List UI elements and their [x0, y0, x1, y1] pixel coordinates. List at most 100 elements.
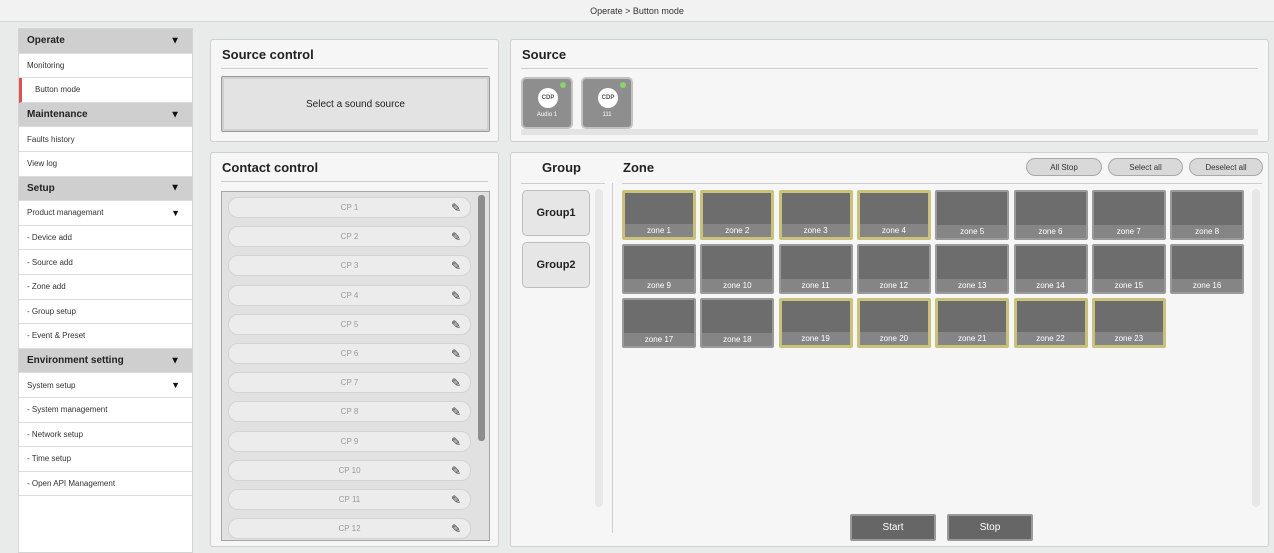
pencil-icon[interactable]: ✎: [451, 464, 461, 478]
zone-title: Zone: [623, 160, 655, 175]
pencil-icon[interactable]: ✎: [451, 201, 461, 215]
chevron-down-icon[interactable]: ▼: [171, 208, 180, 218]
contact-point-label: CP 5: [340, 319, 359, 329]
pencil-icon[interactable]: ✎: [451, 405, 461, 419]
zone-tile[interactable]: zone 23: [1091, 298, 1166, 348]
sidebar-item[interactable]: - Zone add: [19, 275, 192, 300]
contact-point-row[interactable]: CP 6 ✎: [228, 343, 471, 364]
sidebar-item-label: View log: [27, 159, 58, 169]
source-tile[interactable]: CDP Audio 1: [521, 77, 573, 129]
contact-point-row[interactable]: CP 10 ✎: [228, 459, 471, 481]
sidebar-item[interactable]: Monitoring: [19, 54, 192, 79]
zone-tile[interactable]: zone 21: [935, 298, 1010, 348]
chevron-down-icon[interactable]: ▼: [171, 380, 180, 390]
pencil-icon[interactable]: ✎: [451, 376, 461, 390]
zone-tile[interactable]: zone 18: [700, 298, 775, 348]
chevron-down-icon[interactable]: ▼: [170, 183, 180, 194]
select-sound-source-button[interactable]: Select a sound source: [221, 76, 490, 132]
sidebar-item[interactable]: - Group setup: [19, 300, 192, 325]
sidebar-item[interactable]: Faults history: [19, 127, 192, 152]
contact-point-row[interactable]: CP 3 ✎: [228, 255, 471, 277]
contact-point-row[interactable]: CP 9 ✎: [228, 430, 471, 452]
zone-tile[interactable]: zone 2: [700, 190, 775, 240]
sidebar-item[interactable]: - Source add: [19, 250, 192, 275]
contact-list-scrollbar[interactable]: [478, 195, 485, 441]
sidebar-section-header[interactable]: Setup ▼: [19, 176, 192, 202]
zone-tile[interactable]: zone 14: [1013, 244, 1088, 294]
contact-control-panel: Contact control CP 1 ✎ CP 2 ✎ CP 3 ✎ CP 4 ✎ CP 5…: [210, 152, 499, 547]
pencil-icon[interactable]: ✎: [451, 230, 461, 244]
sidebar-item[interactable]: - Event & Preset: [19, 324, 192, 349]
chevron-down-icon[interactable]: ▼: [170, 109, 180, 120]
group-button-group2[interactable]: Group2: [522, 242, 590, 288]
zone-tile[interactable]: zone 5: [935, 190, 1010, 240]
source-tile[interactable]: CDP 111: [581, 77, 633, 129]
group-button-group1[interactable]: Group1: [522, 190, 590, 236]
zone-tile[interactable]: zone 9: [622, 244, 696, 294]
zone-tile[interactable]: zone 20: [856, 298, 931, 348]
zone-label: zone 21: [938, 332, 1007, 345]
sidebar-item[interactable]: Button mode: [19, 78, 192, 103]
zone-tile[interactable]: zone 4: [856, 190, 931, 240]
source-scroll-track[interactable]: [521, 129, 1258, 135]
zone-tile[interactable]: zone 8: [1170, 190, 1245, 240]
zone-tile[interactable]: zone 22: [1013, 298, 1088, 348]
sidebar-item[interactable]: - Open API Management: [19, 472, 192, 497]
contact-point-row[interactable]: CP 12 ✎: [228, 518, 471, 540]
zone-label: zone 7: [1093, 225, 1164, 238]
zone-tile[interactable]: zone 10: [700, 244, 775, 294]
zone-label: zone 13: [937, 279, 1008, 292]
chevron-down-icon[interactable]: ▼: [170, 355, 180, 366]
contact-point-row[interactable]: CP 4 ✎: [228, 284, 471, 306]
zone-tile[interactable]: zone 12: [856, 244, 931, 294]
zone-tile[interactable]: zone 15: [1091, 244, 1166, 294]
sidebar-item[interactable]: - Device add: [19, 226, 192, 251]
sidebar-item[interactable]: Product managemant ▼: [19, 201, 192, 226]
zone-tile[interactable]: zone 16: [1170, 244, 1245, 294]
zone-tile[interactable]: zone 11: [778, 244, 853, 294]
start-button[interactable]: Start: [850, 514, 936, 541]
sidebar-item[interactable]: - Network setup: [19, 423, 192, 448]
pencil-icon[interactable]: ✎: [451, 259, 461, 273]
select-all-button[interactable]: Select all: [1108, 158, 1183, 176]
contact-point-row[interactable]: CP 1 ✎: [228, 197, 471, 218]
sidebar-section-header[interactable]: Environment setting ▼: [19, 348, 192, 374]
pencil-icon[interactable]: ✎: [451, 522, 461, 536]
zone-grid-scrollbar[interactable]: [1252, 189, 1260, 507]
zone-tile[interactable]: zone 7: [1091, 190, 1166, 240]
zone-tile[interactable]: zone 1: [622, 190, 696, 240]
contact-point-row[interactable]: CP 8 ✎: [228, 401, 471, 423]
sidebar-item-label: Faults history: [27, 134, 75, 144]
zone-label: zone 10: [702, 279, 773, 292]
zone-label: zone 12: [858, 279, 929, 292]
zone-tile[interactable]: zone 17: [622, 298, 696, 348]
pencil-icon[interactable]: ✎: [451, 318, 461, 332]
group-zone-panel: Group Group1 Group2 Zone All Stop Select…: [510, 152, 1269, 547]
contact-point-row[interactable]: CP 5 ✎: [228, 313, 471, 335]
sidebar-item-label: - Zone add: [27, 282, 66, 292]
all-stop-button[interactable]: All Stop: [1026, 158, 1102, 176]
zone-tile[interactable]: zone 13: [935, 244, 1010, 294]
zone-tile[interactable]: zone 3: [778, 190, 853, 240]
pencil-icon[interactable]: ✎: [451, 493, 461, 507]
contact-point-row[interactable]: CP 2 ✎: [228, 226, 471, 248]
pencil-icon[interactable]: ✎: [451, 347, 461, 361]
contact-point-row[interactable]: CP 7 ✎: [228, 372, 471, 394]
zone-tile[interactable]: zone 6: [1013, 190, 1088, 240]
zone-tile[interactable]: zone 19: [778, 298, 853, 348]
group-list-scrollbar[interactable]: [595, 189, 603, 507]
breadcrumb: Operate > Button mode: [590, 6, 684, 16]
pencil-icon[interactable]: ✎: [451, 435, 461, 449]
contact-point-row[interactable]: CP 11 ✎: [228, 489, 471, 510]
deselect-all-button[interactable]: Deselect all: [1189, 158, 1263, 176]
chevron-down-icon[interactable]: ▼: [170, 35, 180, 46]
sidebar-item[interactable]: - Time setup: [19, 447, 192, 472]
sidebar-section-header[interactable]: Operate ▼: [19, 29, 192, 54]
pencil-icon[interactable]: ✎: [451, 289, 461, 303]
sidebar-item-label: - Network setup: [27, 429, 84, 439]
sidebar-section-header[interactable]: Maintenance ▼: [19, 102, 192, 128]
stop-button[interactable]: Stop: [947, 514, 1033, 541]
sidebar-item[interactable]: View log: [19, 152, 192, 177]
sidebar-item[interactable]: - System management: [19, 398, 192, 423]
sidebar-item[interactable]: System setup ▼: [19, 373, 192, 398]
